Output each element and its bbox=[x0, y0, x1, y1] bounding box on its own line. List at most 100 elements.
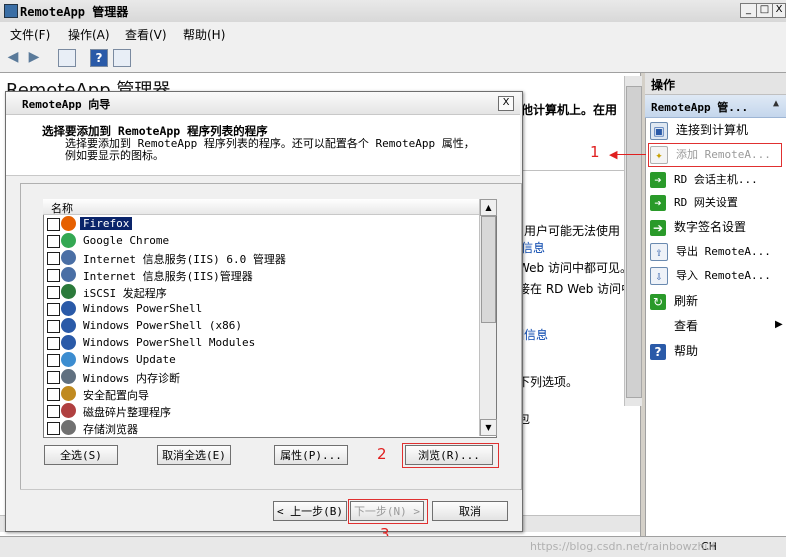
window-title: RemoteApp 管理器 bbox=[20, 5, 129, 19]
security-wizard-icon bbox=[61, 386, 76, 401]
action-connect-computer[interactable]: ▣ 连接到计算机 bbox=[650, 119, 784, 141]
action-add-remoteapp[interactable]: ✦ 添加 RemoteA... bbox=[650, 144, 784, 166]
blank-icon bbox=[650, 319, 666, 335]
firefox-icon bbox=[61, 216, 76, 231]
program-checkbox[interactable] bbox=[47, 320, 60, 333]
cancel-button[interactable]: 取消 bbox=[432, 501, 508, 521]
program-checkbox[interactable] bbox=[47, 337, 60, 350]
program-list-item[interactable]: Google Chrome bbox=[44, 232, 474, 249]
column-header-label: 名称 bbox=[51, 202, 73, 215]
action-label: RD 会话主机... bbox=[674, 173, 758, 186]
action-rd-gateway[interactable]: ➔ RD 网关设置 bbox=[650, 192, 784, 214]
program-name: Windows PowerShell (x86) bbox=[83, 319, 242, 332]
action-label: 查看 bbox=[674, 319, 699, 333]
actions-header-label: 操作 bbox=[651, 78, 676, 92]
action-import[interactable]: ⇩ 导入 RemoteA... bbox=[650, 265, 784, 287]
program-checkbox[interactable] bbox=[47, 388, 60, 401]
green-arrow-icon: ➔ bbox=[650, 195, 666, 211]
properties-button[interactable]: 属性(P)... bbox=[274, 445, 348, 465]
program-list-item[interactable]: Internet 信息服务(IIS)管理器 bbox=[44, 266, 474, 283]
program-name: iSCSI 发起程序 bbox=[83, 287, 167, 300]
program-list-item[interactable]: Windows PowerShell (x86) bbox=[44, 317, 474, 334]
annotation-number: 1 bbox=[590, 143, 600, 161]
iscsi-icon bbox=[61, 284, 76, 299]
scroll-down-icon[interactable]: ▼ bbox=[480, 419, 497, 436]
actions-section[interactable]: RemoteApp 管... ▲ bbox=[645, 95, 786, 118]
dialog-description: 选择要添加到 RemoteApp 程序列表的程序。还可以配置各个 RemoteA… bbox=[65, 137, 475, 162]
minimize-button[interactable]: _ bbox=[740, 3, 757, 18]
green-arrow-icon: ➔ bbox=[650, 219, 666, 236]
action-view[interactable]: 查看 bbox=[650, 315, 784, 337]
action-label: 连接到计算机 bbox=[676, 123, 749, 137]
powershell-icon bbox=[61, 301, 76, 316]
select-all-button[interactable]: 全选(S) bbox=[44, 445, 118, 465]
action-refresh[interactable]: ↻ 刷新 bbox=[650, 290, 784, 312]
program-checkbox[interactable] bbox=[47, 422, 60, 435]
close-button[interactable]: X bbox=[772, 3, 786, 18]
highlight-box bbox=[402, 443, 499, 468]
main-text-line: 用户可能无法使用 bbox=[524, 224, 621, 238]
program-checkbox[interactable] bbox=[47, 252, 60, 265]
program-list-item[interactable]: Windows 内存诊断 bbox=[44, 368, 474, 385]
program-name: 磁盘碎片整理程序 bbox=[83, 406, 171, 419]
collapse-up-icon[interactable]: ▲ bbox=[773, 98, 779, 109]
program-checkbox[interactable] bbox=[47, 354, 60, 367]
back-arrow-icon[interactable]: ◀ bbox=[5, 49, 21, 65]
program-checkbox[interactable] bbox=[47, 286, 60, 299]
powershell-icon bbox=[61, 318, 76, 333]
deselect-all-button[interactable]: 取消全选(E) bbox=[157, 445, 231, 465]
program-list-item[interactable]: Windows PowerShell bbox=[44, 300, 474, 317]
program-checkbox[interactable] bbox=[47, 269, 60, 282]
help-icon: ? bbox=[650, 343, 666, 360]
submenu-arrow-icon: ▶ bbox=[775, 319, 783, 330]
menu-file[interactable]: 文件(F) bbox=[10, 26, 50, 43]
program-list-item[interactable]: 存储浏览器 bbox=[44, 419, 474, 436]
main-link[interactable]: 信息 bbox=[521, 239, 545, 256]
memory-diagnostic-icon bbox=[61, 369, 76, 384]
program-list-item[interactable]: Internet 信息服务(IIS) 6.0 管理器 bbox=[44, 249, 474, 266]
scrollbar-thumb[interactable] bbox=[481, 216, 496, 323]
program-checkbox[interactable] bbox=[47, 303, 60, 316]
scrollbar-thumb[interactable] bbox=[626, 86, 642, 398]
menu-view[interactable]: 查看(V) bbox=[125, 26, 167, 43]
program-list-scrollbar[interactable]: ▲ ▼ bbox=[479, 199, 497, 436]
main-intro-text: 他计算机上。在用 bbox=[521, 103, 618, 117]
program-list-item[interactable]: 磁盘碎片整理程序 bbox=[44, 402, 474, 419]
program-name: 安全配置向导 bbox=[83, 389, 149, 402]
help-toolbar-icon[interactable]: ? bbox=[90, 49, 108, 67]
powershell-icon bbox=[61, 335, 76, 350]
program-list-item[interactable]: 安全配置向导 bbox=[44, 385, 474, 402]
action-export[interactable]: ⇪ 导出 RemoteA... bbox=[650, 241, 784, 263]
refresh-icon: ↻ bbox=[650, 293, 666, 310]
menu-help[interactable]: 帮助(H) bbox=[183, 26, 225, 43]
menu-bar: 文件(F) 操作(A) 查看(V) 帮助(H) bbox=[0, 22, 786, 45]
show-hide-tree-icon[interactable] bbox=[58, 49, 76, 67]
scroll-up-icon[interactable]: ▲ bbox=[480, 199, 497, 216]
program-checkbox[interactable] bbox=[47, 371, 60, 384]
program-list-item[interactable]: Windows Update bbox=[44, 351, 474, 368]
action-rd-session-host[interactable]: ➔ RD 会话主机... bbox=[650, 169, 784, 191]
program-checkbox[interactable] bbox=[47, 235, 60, 248]
toolbar: ◀ ▶ ? bbox=[0, 44, 786, 73]
back-button[interactable]: < 上一步(B) bbox=[273, 501, 347, 521]
program-name: Google Chrome bbox=[83, 234, 170, 247]
action-pane-icon[interactable] bbox=[113, 49, 131, 67]
column-header-name[interactable]: 名称 bbox=[43, 199, 479, 215]
defrag-icon bbox=[61, 403, 76, 418]
action-help[interactable]: ? 帮助 bbox=[650, 340, 784, 362]
main-vertical-scrollbar[interactable] bbox=[624, 76, 642, 406]
program-list-item[interactable]: Firefox bbox=[44, 215, 474, 232]
program-list-item[interactable]: Windows PowerShell Modules bbox=[44, 334, 474, 351]
menu-action[interactable]: 操作(A) bbox=[68, 26, 110, 43]
program-list-item[interactable]: iSCSI 发起程序 bbox=[44, 283, 474, 300]
program-checkbox[interactable] bbox=[47, 405, 60, 418]
action-digital-signature[interactable]: ➔ 数字签名设置 bbox=[650, 216, 784, 238]
maximize-button[interactable]: □ bbox=[756, 3, 773, 18]
dialog-close-button[interactable]: X bbox=[498, 96, 514, 111]
action-label: 导入 RemoteA... bbox=[676, 269, 771, 282]
actions-header: 操作 bbox=[645, 73, 786, 95]
program-checkbox[interactable] bbox=[47, 218, 60, 231]
action-label: RD 网关设置 bbox=[674, 196, 738, 209]
main-text-line: 接在 RD Web 访问中 bbox=[518, 282, 634, 296]
forward-arrow-icon[interactable]: ▶ bbox=[26, 49, 42, 65]
